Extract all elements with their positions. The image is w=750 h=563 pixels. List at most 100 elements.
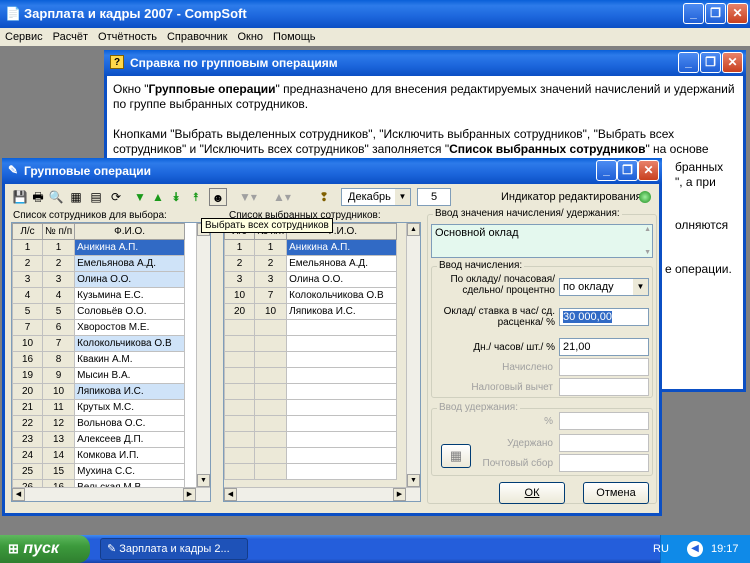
scroll-left-icon[interactable]: ◀ <box>12 488 25 501</box>
empty-cell <box>286 463 398 480</box>
cell-fio: Ляпикова И.С. <box>286 303 398 320</box>
scroll-down-icon[interactable]: ▼ <box>197 474 210 487</box>
table-row[interactable]: 25 15 Мухина С.С. <box>12 463 186 480</box>
right-hscroll[interactable]: ◀ ▶ <box>224 487 420 501</box>
header-fio[interactable]: Ф.И.О. <box>74 223 186 240</box>
user-icon[interactable]: ☻ <box>209 188 227 206</box>
table-row[interactable]: 19 9 Мысин В.А. <box>12 367 186 384</box>
table-row[interactable]: 1 1 Аникина А.П. <box>224 239 398 256</box>
select-all-icon[interactable]: ⯯ <box>167 188 185 206</box>
import-icon[interactable]: ▦ <box>67 188 85 206</box>
table-row[interactable]: 16 8 Квакин А.М. <box>12 351 186 368</box>
main-title: Зарплата и кадры 2007 - CompSoft <box>24 6 247 21</box>
menu-service[interactable]: Сервис <box>0 28 48 46</box>
select-selected-icon[interactable]: ▼ <box>131 188 149 206</box>
cell-ls: 10 <box>12 335 43 352</box>
left-hscroll[interactable]: ◀ ▶ <box>12 487 210 501</box>
menu-calc[interactable]: Расчёт <box>48 28 93 46</box>
left-vscroll[interactable]: ▲ ▼ <box>196 223 210 487</box>
table-row[interactable]: 10 7 Колокольчикова О.В <box>224 287 398 304</box>
empty-cell <box>224 399 255 416</box>
table-row[interactable]: 22 12 Вольнова О.С. <box>12 415 186 432</box>
help-fragment-3: олняются <box>675 218 729 232</box>
table-row[interactable]: 21 11 Крутых М.С. <box>12 399 186 416</box>
menu-reference[interactable]: Справочник <box>162 28 233 46</box>
entry-value-field[interactable]: Основной оклад ▲ ▼ <box>431 224 653 258</box>
withheld-label: Удержано <box>507 438 553 449</box>
cell-ls: 3 <box>224 271 255 288</box>
help-maximize-button[interactable]: ❐ <box>700 52 721 73</box>
tax-label: Налоговый вычет <box>471 382 553 393</box>
menu-reports[interactable]: Отчётность <box>93 28 162 46</box>
table-row[interactable]: 24 14 Комкова И.П. <box>12 447 186 464</box>
table-row[interactable]: 7 6 Хворостов М.Е. <box>12 319 186 336</box>
calculator-button[interactable]: ▦ <box>441 444 471 468</box>
accrual-type-value: по окладу <box>563 281 614 293</box>
group-maximize-button[interactable]: ❐ <box>617 160 638 181</box>
print-icon[interactable]: 🖶 <box>29 188 47 206</box>
cell-fio: Алексеев Д.П. <box>74 431 186 448</box>
month-number-field[interactable]: 5 <box>417 188 451 206</box>
scroll-right-icon[interactable]: ▶ <box>183 488 196 501</box>
start-button[interactable]: ⊞ пуск <box>0 535 90 563</box>
rate-field[interactable]: 30 000,00 <box>559 308 649 326</box>
save-icon[interactable]: 💾 <box>11 188 29 206</box>
empty-cell <box>224 383 255 400</box>
arrow-icon[interactable]: ◀ <box>687 541 703 557</box>
cell-ls: 24 <box>12 447 43 464</box>
scroll-left-icon[interactable]: ◀ <box>224 488 237 501</box>
group-close-button[interactable]: ✕ <box>638 160 659 181</box>
table-row[interactable]: 20 10 Ляпикова И.С. <box>12 383 186 400</box>
header-ls[interactable]: Л/с <box>12 223 43 240</box>
menu-help[interactable]: Помощь <box>268 28 321 46</box>
empty-cell <box>224 335 255 352</box>
scroll-up-icon[interactable]: ▲ <box>407 223 420 236</box>
table-row[interactable]: 20 10 Ляпикова И.С. <box>224 303 398 320</box>
find-icon[interactable]: 🔍 <box>47 188 65 206</box>
group-minimize-button[interactable]: _ <box>596 160 617 181</box>
cell-fio: Емельянова А.Д. <box>286 255 398 272</box>
help-icon[interactable]: ❢ <box>315 188 333 206</box>
cell-fio: Емельянова А.Д. <box>74 255 186 272</box>
scroll-right-icon[interactable]: ▶ <box>393 488 406 501</box>
cancel-button[interactable]: Отмена <box>583 482 649 504</box>
maximize-button[interactable]: ❐ <box>705 3 726 24</box>
days-field[interactable]: 21,00 <box>559 338 649 356</box>
app-icon: ✎ <box>8 163 19 177</box>
cell-fio: Колокольчикова О.В <box>74 335 186 352</box>
table-row[interactable]: 23 13 Алексеев Д.П. <box>12 431 186 448</box>
table-row[interactable]: 4 4 Кузьмина Е.С. <box>12 287 186 304</box>
header-num[interactable]: № п/п <box>41 223 76 240</box>
table-row[interactable]: 1 1 Аникина А.П. <box>12 239 186 256</box>
table-row[interactable]: 2 2 Емельянова А.Д. <box>12 255 186 272</box>
left-grid: Л/с № п/п Ф.И.О. 1 1 Аникина А.П. 2 2 Емельян… <box>11 222 211 502</box>
help-minimize-button[interactable]: _ <box>678 52 699 73</box>
empty-row <box>224 335 398 352</box>
close-button[interactable]: ✕ <box>727 3 748 24</box>
cell-num: 8 <box>41 351 76 368</box>
ok-button[interactable]: ОК <box>499 482 565 504</box>
scroll-down-icon[interactable]: ▼ <box>407 474 420 487</box>
right-vscroll[interactable]: ▲ ▼ <box>406 223 420 487</box>
empty-cell <box>253 319 288 336</box>
lang-indicator[interactable]: RU <box>653 543 669 555</box>
calculator-icon[interactable]: ▤ <box>87 188 105 206</box>
taskbar-task[interactable]: ✎ Зарплата и кадры 2... <box>100 538 248 560</box>
table-row[interactable]: 2 2 Емельянова А.Д. <box>224 255 398 272</box>
table-row[interactable]: 3 3 Олина О.О. <box>224 271 398 288</box>
accrual-type-label: По окладу/ почасовая/ сдельно/ процентно <box>450 274 555 296</box>
table-row[interactable]: 3 3 Олина О.О. <box>12 271 186 288</box>
minimize-button[interactable]: _ <box>683 3 704 24</box>
month-select[interactable]: Декабрь ▼ <box>341 188 411 206</box>
empty-cell <box>286 415 398 432</box>
cell-ls: 21 <box>12 399 43 416</box>
cell-fio: Аникина А.П. <box>74 239 186 256</box>
help-close-button[interactable]: ✕ <box>722 52 743 73</box>
table-row[interactable]: 10 7 Колокольчикова О.В <box>12 335 186 352</box>
table-row[interactable]: 5 5 Соловьёв О.О. <box>12 303 186 320</box>
accrual-type-select[interactable]: по окладу ▼ <box>559 278 649 296</box>
exclude-all-icon[interactable]: ⯭ <box>187 188 205 206</box>
menu-window[interactable]: Окно <box>232 28 268 46</box>
exclude-selected-icon[interactable]: ▲ <box>149 188 167 206</box>
refresh-icon[interactable]: ⟳ <box>107 188 125 206</box>
